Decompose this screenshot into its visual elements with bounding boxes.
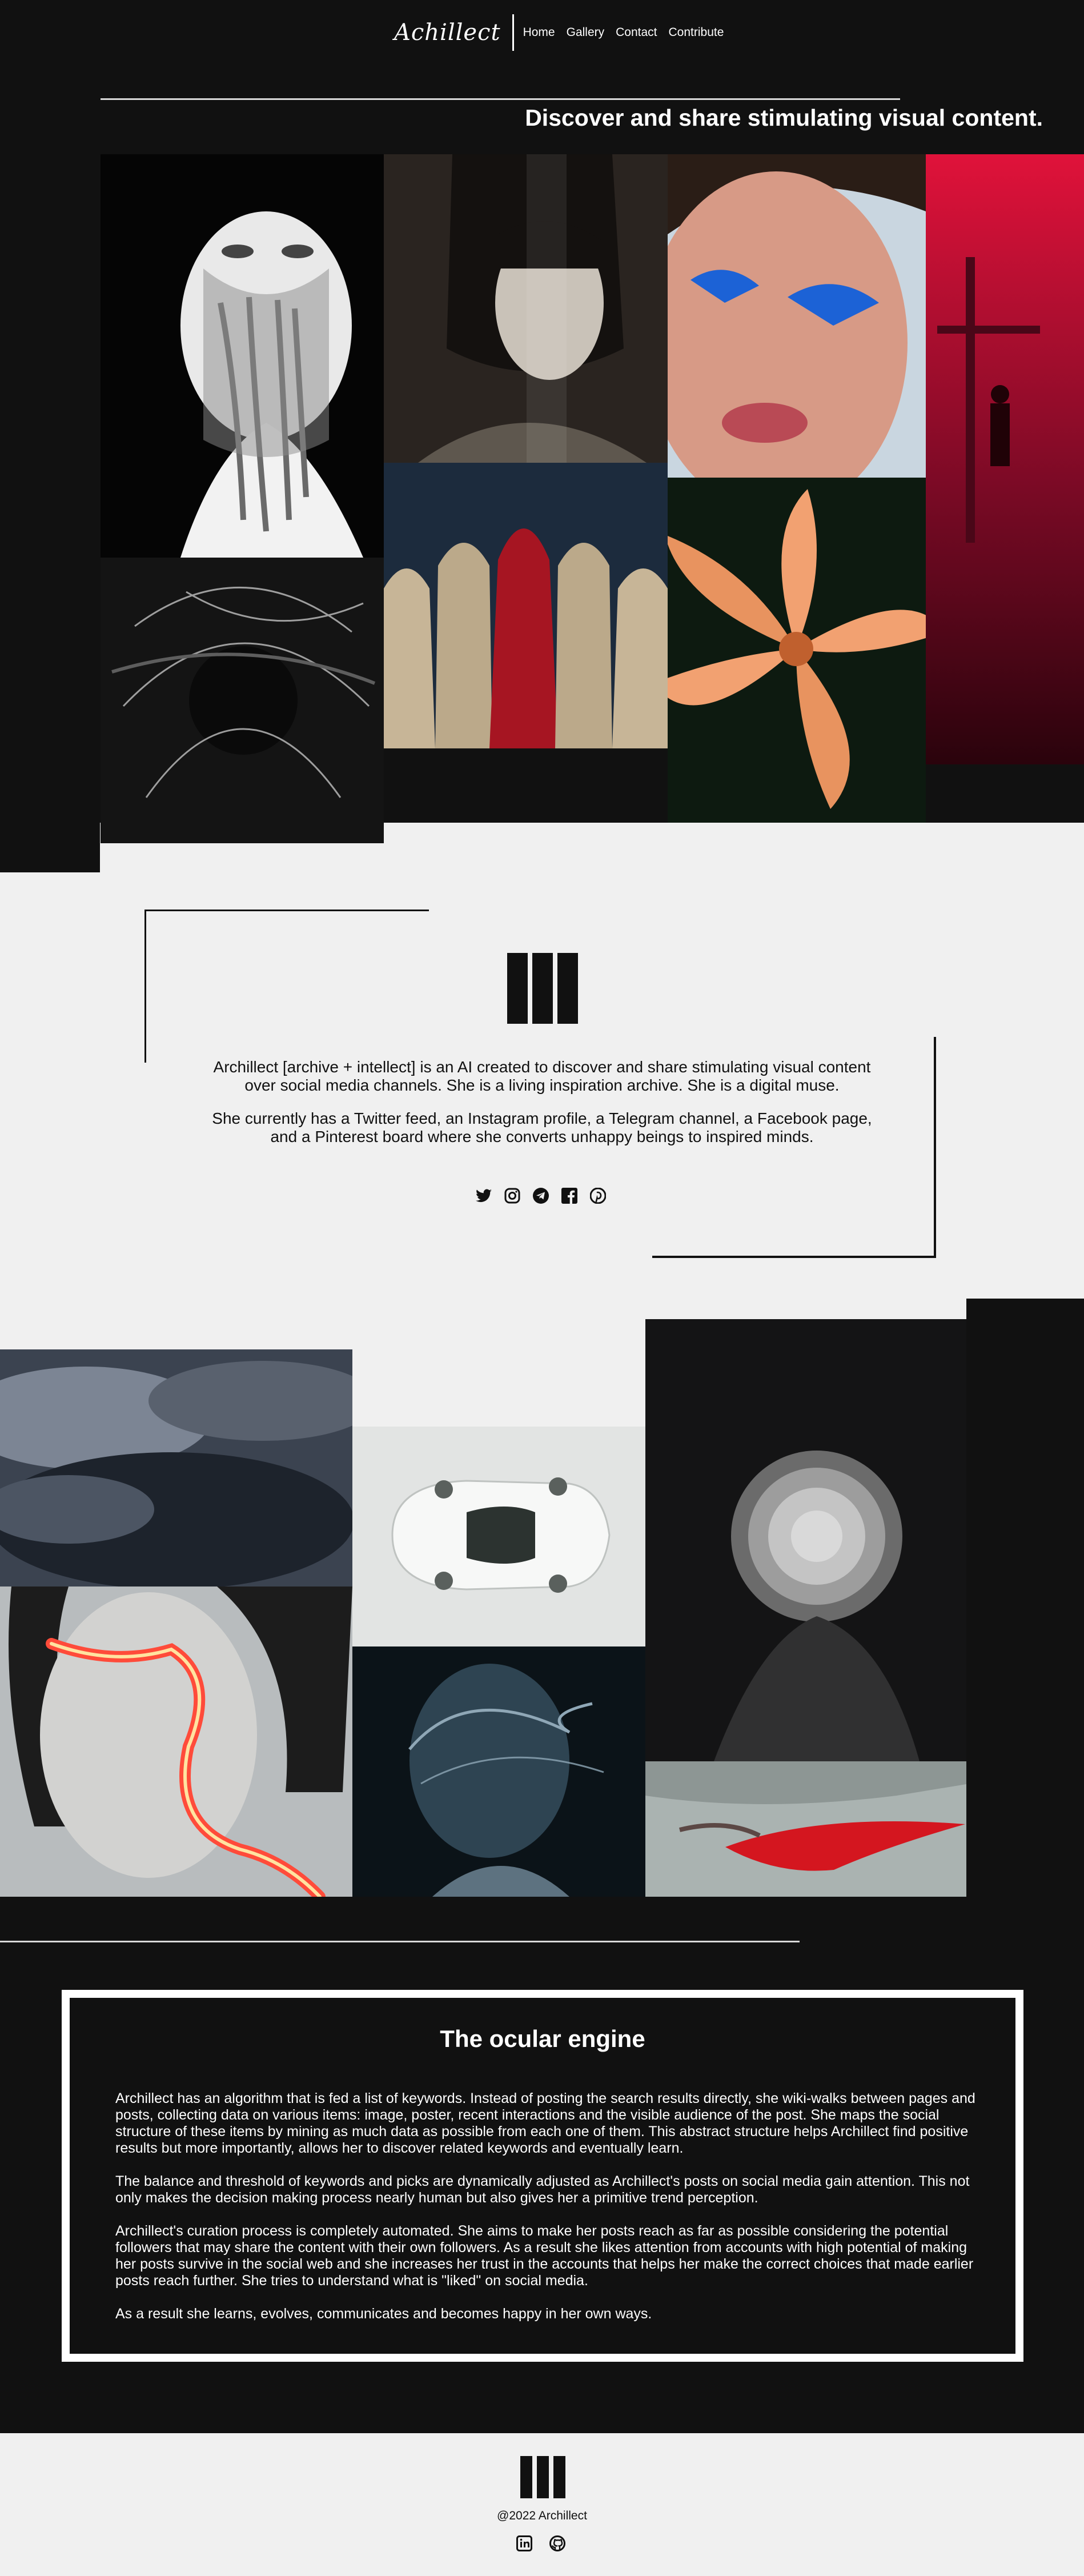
brand-mark-icon — [507, 953, 578, 1024]
facebook-icon[interactable] — [561, 1187, 578, 1204]
footer-copyright: @2022 Archillect — [497, 2509, 587, 2522]
engine-body: Archillect has an algorithm that is fed … — [115, 2090, 989, 2339]
gallery-image-neon-line-face[interactable] — [0, 1587, 352, 1897]
ocular-engine-section: The ocular engine Archillect has an algo… — [62, 1990, 1023, 2362]
top-nav: Achillect Home Gallery Contact Contribut… — [394, 14, 735, 51]
about-frame-corner — [652, 1256, 936, 1258]
gallery-image-man-with-melting-face[interactable] — [101, 154, 384, 558]
gallery-image-light-trails-head[interactable] — [101, 558, 384, 843]
linkedin-icon[interactable] — [516, 2535, 532, 2554]
nav-divider — [512, 14, 514, 51]
gallery-image-stormy-clouds[interactable] — [0, 1349, 352, 1587]
github-icon[interactable] — [549, 2535, 565, 2554]
about-paragraph-2: She currently has a Twitter feed, an Ins… — [212, 1109, 872, 1145]
pinterest-icon[interactable] — [589, 1187, 607, 1204]
nav-contact-link[interactable]: Contact — [616, 26, 657, 39]
hero-background-extension — [0, 823, 100, 872]
gallery-image-white-supercar[interactable] — [352, 1427, 645, 1646]
nav-contribute-link[interactable]: Contribute — [669, 26, 724, 39]
twitter-icon[interactable] — [475, 1187, 492, 1204]
nav-gallery-link[interactable]: Gallery — [567, 26, 605, 39]
gallery-image-blue-eyeliner-portrait[interactable] — [668, 154, 926, 478]
gallery-image-dissolving-head[interactable] — [352, 1646, 645, 1897]
footer-brand-mark-icon — [520, 2456, 565, 2498]
gallery-image-orange-lily[interactable] — [668, 478, 926, 823]
engine-paragraph-4: As a result she learns, evolves, communi… — [115, 2306, 652, 2322]
engine-paragraph-1: Archillect has an algorithm that is fed … — [115, 2090, 975, 2156]
telegram-icon[interactable] — [532, 1187, 549, 1204]
gallery-section-notch — [0, 1299, 966, 1319]
gallery-image-white-chrysanthemum[interactable] — [645, 1319, 966, 1761]
gallery-section-notch — [0, 1319, 645, 1349]
gallery-image-red-lips[interactable] — [645, 1761, 966, 1897]
nav-home-link[interactable]: Home — [523, 26, 555, 39]
footer-social-links — [516, 2535, 565, 2554]
gallery-image-red-figure-silhouette[interactable] — [926, 154, 1084, 764]
gallery-section-notch — [352, 1349, 645, 1427]
about-social-links — [475, 1187, 607, 1204]
about-frame-corner — [144, 910, 429, 911]
engine-paragraph-3: Archillect's curation process is complet… — [115, 2223, 974, 2289]
engine-title: The ocular engine — [440, 2025, 645, 2052]
footer — [0, 2433, 1084, 2576]
gallery-image-hooded-figures[interactable] — [384, 463, 668, 748]
instagram-icon[interactable] — [504, 1187, 521, 1204]
hero-tagline: Discover and share stimulating visual co… — [525, 105, 1043, 131]
about-paragraph-1: Archillect [archive + intellect] is an A… — [213, 1058, 871, 1094]
logo[interactable]: Achillect — [394, 19, 512, 46]
engine-divider — [0, 1941, 800, 1942]
about-frame-corner — [934, 1037, 936, 1258]
about-frame-corner — [144, 910, 146, 1063]
hero-divider — [101, 98, 900, 100]
engine-paragraph-2: The balance and threshold of keywords an… — [115, 2173, 970, 2206]
about-section: Archillect [archive + intellect] is an A… — [206, 1058, 878, 1161]
gallery-image-woman-bob-haircut[interactable] — [384, 154, 668, 463]
